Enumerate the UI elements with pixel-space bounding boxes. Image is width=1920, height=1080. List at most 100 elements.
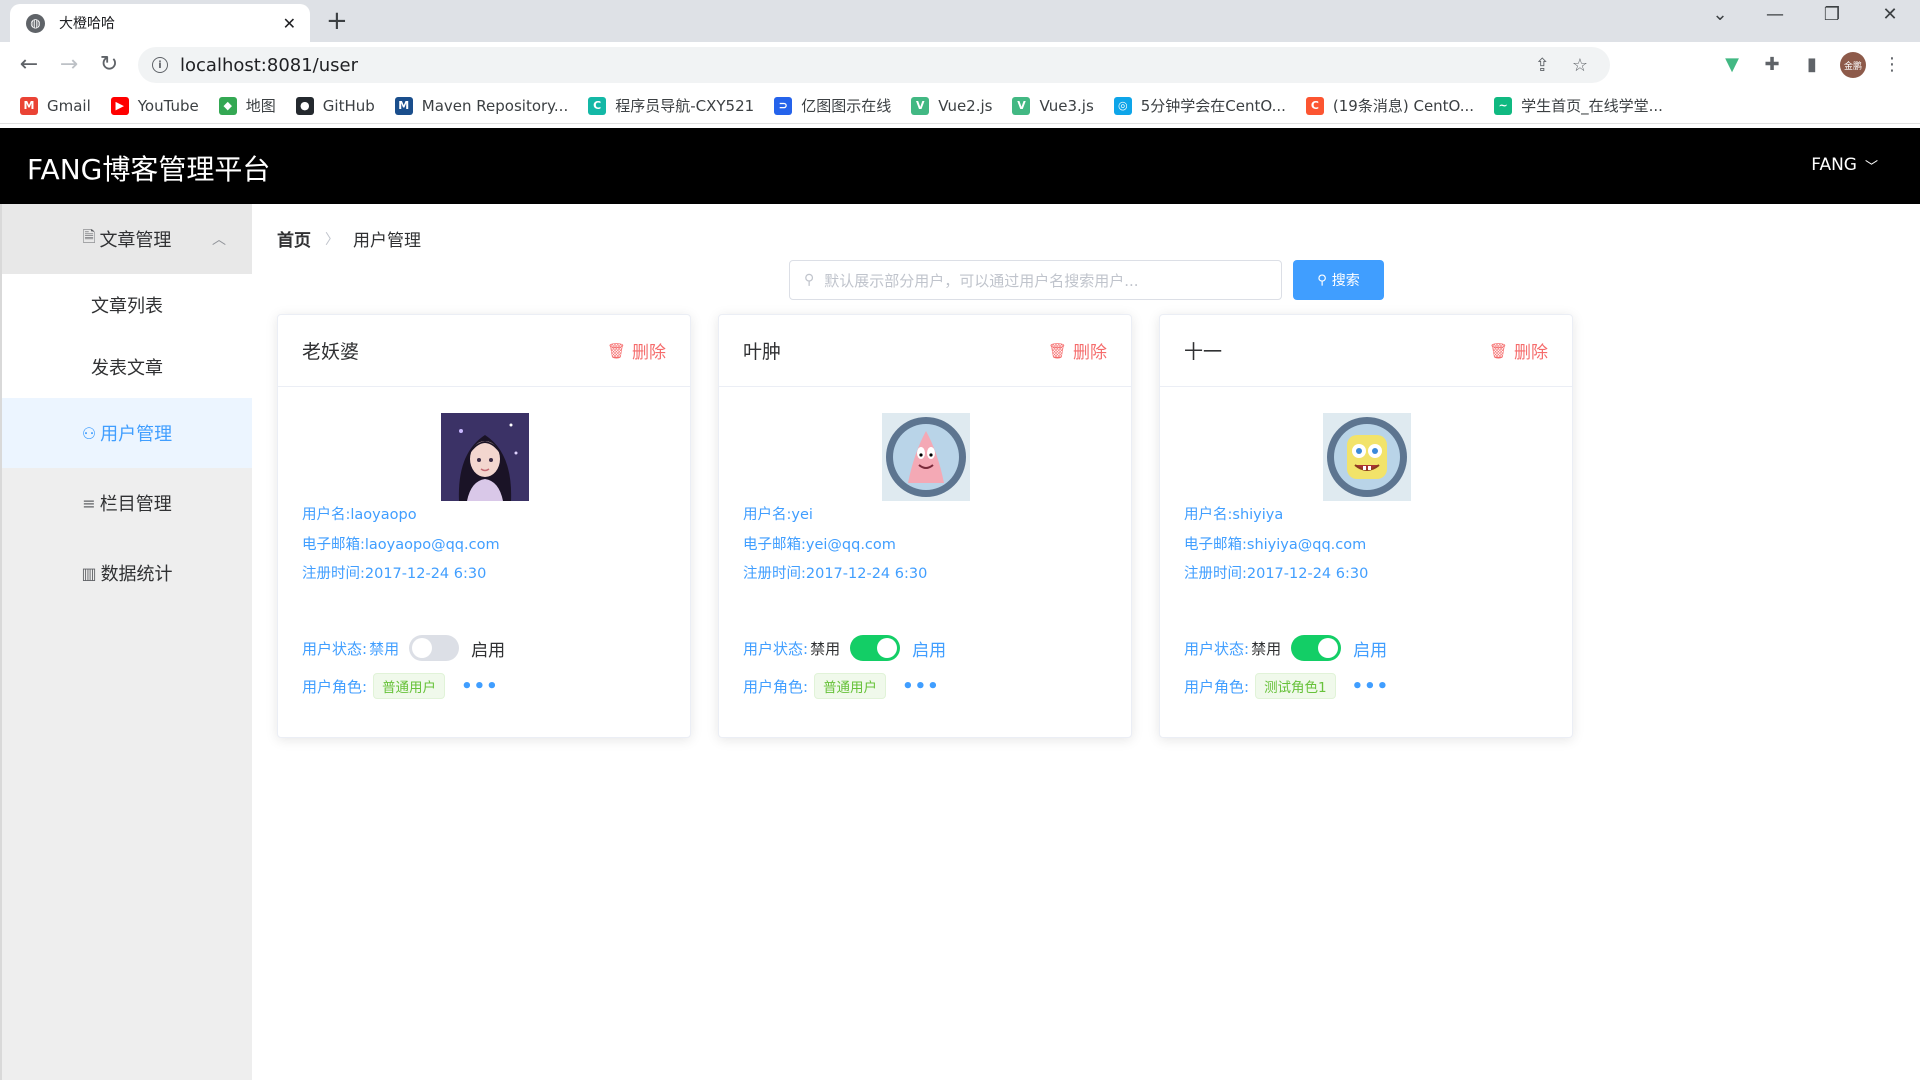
bookmark-item[interactable]: C (19条消息) CentO... [1305, 95, 1474, 116]
search-button[interactable]: ⚲ 搜索 [1293, 260, 1384, 300]
sidebar-item-statistics[interactable]: ▥ 数据统计 [2, 538, 252, 608]
status-switch[interactable] [1291, 635, 1342, 661]
status-on-label: 启用 [1353, 640, 1388, 661]
forward-button[interactable]: → [54, 50, 84, 80]
bookmark-item[interactable]: V Vue3.js [1012, 96, 1094, 115]
browser-toolbar: ← → ↻ i localhost:8081/user ⇪ ☆ ▼ ✚ ▮ 金鹏… [0, 42, 1920, 88]
site-info-icon[interactable]: i [152, 57, 168, 73]
document-icon: 🗎 [82, 226, 96, 246]
chevron-right-icon: 〉 [325, 231, 339, 248]
side-panel-icon[interactable]: ▮ [1800, 53, 1824, 77]
sidebar-item-publish-article[interactable]: 发表文章 [2, 336, 252, 398]
minimize-button[interactable]: — [1755, 4, 1795, 25]
bookmarks-bar: M Gmail ▶ YouTube ◆ 地图 ● GitHub M Maven Repositor… [0, 88, 1920, 124]
bookmark-label: GitHub [322, 96, 375, 115]
menu-kebab-icon[interactable]: ⋮ [1880, 53, 1904, 77]
bookmark-label: Vue2.js [938, 96, 993, 115]
sidebar-item-article-list[interactable]: 文章列表 [2, 274, 252, 336]
status-label: 用户状态: [743, 639, 809, 658]
status-switch[interactable] [409, 635, 460, 661]
status-switch[interactable] [850, 635, 901, 661]
vue-devtools-icon[interactable]: ▼ [1720, 53, 1744, 77]
user-dropdown[interactable]: FANG ﹀ [1811, 155, 1878, 175]
user-card: 老妖婆 🗑 删除 用户名:laoyaopo 电子邮箱:laoyaopo@qq.com 注册… [277, 314, 691, 738]
bookmark-item[interactable]: M Maven Repository... [394, 96, 569, 115]
user-card-name: 老妖婆 [302, 341, 360, 363]
delete-user-button[interactable]: 🗑 删除 [607, 338, 666, 364]
sidebar-item-users[interactable]: ⚇ 用户管理 [2, 398, 252, 468]
close-window-button[interactable]: ✕ [1870, 4, 1910, 25]
bookmark-item[interactable]: C 程序员导航-CXY521 [588, 95, 754, 116]
new-tab-button[interactable]: + [326, 7, 348, 35]
switch-knob [1318, 638, 1339, 658]
status-off-label: 禁用 [369, 639, 400, 658]
reload-button[interactable]: ↻ [94, 50, 124, 80]
bookmark-favicon-icon: ● [295, 96, 314, 115]
bookmark-item[interactable]: ▶ YouTube [110, 96, 199, 115]
user-registered: 注册时间:2017-12-24 6:30 [743, 566, 928, 582]
bookmark-label: Gmail [47, 96, 91, 115]
user-username: 用户名:shiyiya [1184, 507, 1284, 523]
role-label: 用户角色: [743, 677, 809, 696]
delete-user-button[interactable]: 🗑 删除 [1047, 338, 1107, 364]
bookmark-item[interactable]: ⊃ 亿图图示在线 [774, 95, 891, 116]
restore-button[interactable]: ❐ [1812, 4, 1852, 25]
main-content: 首页 〉 用户管理 ⚲ 默认展示部分用户，可以通过用户名搜索用户... ⚲ 搜索… [252, 204, 1920, 1080]
search-icon: ⚲ [804, 272, 815, 288]
chevron-down-icon: ﹀ [1864, 159, 1878, 175]
status-on-label: 启用 [912, 640, 947, 661]
user-username: 用户名:yei [743, 507, 813, 523]
close-icon[interactable]: ✕ [283, 14, 296, 33]
bookmark-label: Maven Repository... [421, 96, 569, 115]
more-options-icon[interactable]: ••• [1352, 676, 1390, 697]
bookmark-item[interactable]: V Vue2.js [911, 96, 993, 115]
browser-tab-strip: ◍ 大橙哈哈 ✕ + ⌄ — ❐ ✕ [0, 0, 1920, 42]
bookmark-star-icon[interactable]: ☆ [1572, 55, 1588, 76]
bookmark-label: YouTube [137, 96, 199, 115]
sidebar-group-articles[interactable]: 🗎 文章管理 ︿ [2, 204, 252, 274]
trash-icon: 🗑 [1047, 341, 1067, 360]
app-header: FANG博客管理平台 FANG ﹀ [0, 128, 1920, 204]
delete-user-button[interactable]: 🗑 删除 [1489, 338, 1548, 364]
bookmark-item[interactable]: ◆ 地图 [218, 95, 276, 116]
bookmark-item[interactable]: ● GitHub [295, 96, 375, 115]
user-username: 用户名:laoyaopo [302, 507, 417, 523]
tab-search-icon[interactable]: ⌄ [1700, 4, 1740, 25]
role-tag: 普通用户 [814, 673, 887, 699]
switch-knob [412, 638, 433, 658]
extensions-icon[interactable]: ✚ [1760, 53, 1784, 77]
user-card-header: 叶肿 🗑 删除 [719, 315, 1131, 387]
bookmark-favicon-icon: M [394, 96, 413, 115]
user-status-row: 用户状态: 禁用 启用 [302, 635, 505, 661]
profile-avatar[interactable]: 金鹏 [1840, 52, 1866, 78]
more-options-icon[interactable]: ••• [461, 676, 499, 697]
bookmark-item[interactable]: ~ 学生首页_在线学堂... [1494, 95, 1663, 116]
address-bar[interactable]: i localhost:8081/user ⇪ ☆ [138, 47, 1610, 83]
avatar [882, 413, 970, 501]
status-off-label: 禁用 [1251, 639, 1282, 658]
bookmark-item[interactable]: M Gmail [20, 96, 91, 115]
user-card-name: 十一 [1184, 341, 1223, 363]
back-button[interactable]: ← [14, 50, 44, 80]
bookmark-label: 地图 [245, 97, 276, 115]
more-options-icon[interactable]: ••• [902, 676, 940, 697]
status-off-label: 禁用 [810, 639, 841, 658]
search-icon: ⚲ [1317, 272, 1327, 288]
user-card-header: 十一 🗑 删除 [1160, 315, 1572, 387]
role-label: 用户角色: [302, 677, 368, 696]
user-registered: 注册时间:2017-12-24 6:30 [1184, 566, 1369, 582]
share-icon[interactable]: ⇪ [1535, 55, 1550, 76]
bookmark-label: 学生首页_在线学堂... [1521, 97, 1663, 115]
chevron-up-icon: ︿ [212, 232, 226, 248]
search-input[interactable]: ⚲ 默认展示部分用户，可以通过用户名搜索用户... [789, 260, 1282, 300]
bookmark-item[interactable]: ◎ 5分钟学会在CentO... [1113, 95, 1286, 116]
user-registered: 注册时间:2017-12-24 6:30 [302, 566, 487, 582]
bookmark-favicon-icon: M [20, 96, 38, 115]
url-text: localhost:8081/user [180, 54, 358, 76]
breadcrumb-home[interactable]: 首页 [277, 226, 311, 251]
sidebar-item-columns[interactable]: ≡ 栏目管理 [2, 468, 252, 538]
user-role-row: 用户角色: 普通用户 ••• [743, 673, 940, 699]
bookmark-favicon-icon: ~ [1494, 96, 1513, 115]
browser-tab[interactable]: ◍ 大橙哈哈 ✕ [10, 4, 310, 42]
bookmark-favicon-icon: V [1012, 96, 1031, 115]
